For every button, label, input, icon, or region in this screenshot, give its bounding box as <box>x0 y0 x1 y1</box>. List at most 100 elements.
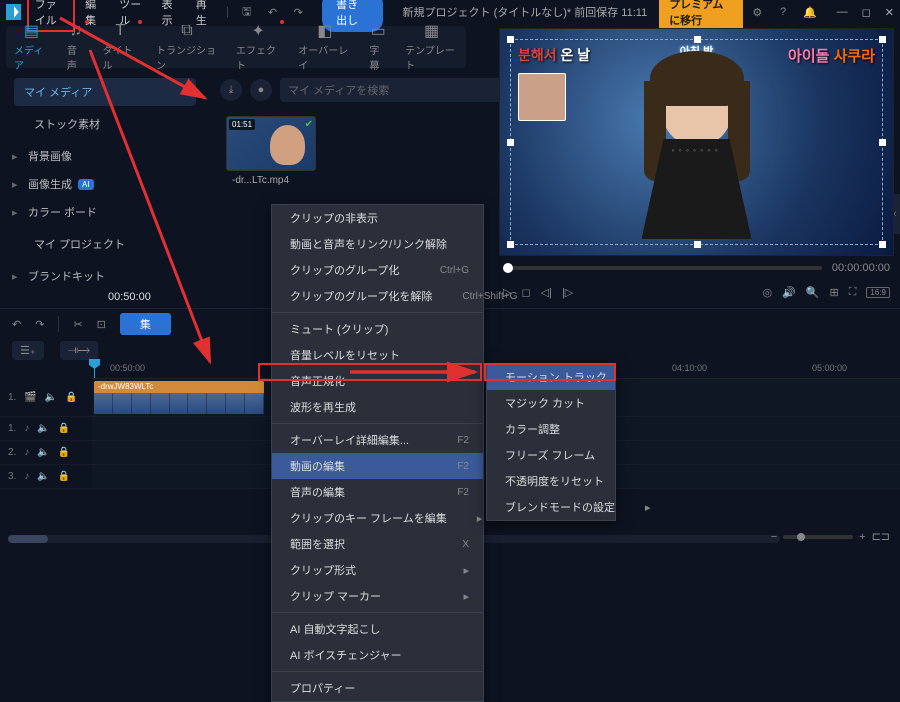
premium-button[interactable]: プレミアムに移行 <box>659 0 743 31</box>
track-mute-icon[interactable]: 🔈 <box>37 423 49 434</box>
selection-frame[interactable] <box>510 39 883 245</box>
grid-icon[interactable]: ⊞ <box>830 286 839 299</box>
tab-3[interactable]: ⧉トランジション <box>156 22 218 72</box>
preview-viewport[interactable]: 분해서 온 날 아침 방 아이돌 사쿠라 <box>499 28 894 256</box>
context-menu-item[interactable]: クリップ形式▸ <box>272 557 483 583</box>
context-menu-item[interactable]: オーバーレイ詳細編集...F2 <box>272 427 483 453</box>
context-menu-item[interactable]: フリーズ フレーム <box>487 442 615 468</box>
timeline-clip[interactable]: -drwJW83WLTc <box>94 381 264 414</box>
tl-undo-icon[interactable]: ↶ <box>12 318 21 331</box>
media-tabs: ▤メディア♫音声Tタイトル⧉トランジション✦エフェクト◧オーバーレイ▭字幕▦テン… <box>6 26 466 68</box>
sidebar-stock[interactable]: ストック素材 <box>14 110 196 138</box>
fullscreen-icon[interactable]: ⛶ <box>849 286 857 299</box>
sidebar-my-media[interactable]: マイ メディア <box>14 78 196 106</box>
track-lock-icon[interactable]: 🔒 <box>58 471 70 482</box>
timeline-edit-button[interactable]: 集 <box>120 313 171 335</box>
context-menu-item[interactable]: クリップ マーカー▸ <box>272 583 483 609</box>
track-mute-icon[interactable]: 🔈 <box>37 471 49 482</box>
context-menu-item[interactable]: モーション トラック <box>487 364 615 390</box>
crop-icon[interactable]: ⊡ <box>97 318 106 331</box>
import-icon[interactable]: ⤓ <box>220 79 242 101</box>
context-menu-item[interactable]: 不透明度をリセット <box>487 468 615 494</box>
context-menu-item[interactable]: 音量レベルをリセット <box>272 342 483 368</box>
pv-search-icon[interactable]: 🔍 <box>806 286 820 299</box>
settings-icon[interactable]: ⚙ <box>751 4 763 20</box>
minimize-icon[interactable]: ― <box>837 6 848 19</box>
timeline-zoom: − + ⊏⊐ <box>771 530 890 543</box>
zoom-fit-icon[interactable]: ⊏⊐ <box>872 530 890 543</box>
zoom-out-icon[interactable]: − <box>771 531 777 543</box>
menu-item-label: 音声正規化 <box>290 373 345 389</box>
undo-icon[interactable]: ↶ <box>267 4 279 20</box>
zoom-slider[interactable] <box>783 535 853 539</box>
sidebar-brand-kit[interactable]: ▸ ブランドキット <box>6 262 204 290</box>
tab-5[interactable]: ◧オーバーレイ <box>298 22 351 72</box>
menu-shortcut: Ctrl+Shift+G <box>462 291 517 302</box>
media-thumbnail[interactable]: 01:51 ✔ <box>226 116 316 171</box>
sidebar-item[interactable]: ▸背景画像 <box>6 142 204 170</box>
record-icon[interactable]: ● <box>250 79 272 101</box>
tab-4[interactable]: ✦エフェクト <box>236 22 280 72</box>
context-menu-item[interactable]: マジック カット <box>487 390 615 416</box>
sidebar-item[interactable]: ▸画像生成AI <box>6 170 204 198</box>
menu-item-label: モーション トラック <box>505 369 607 385</box>
tab-7[interactable]: ▦テンプレート <box>405 22 458 72</box>
track-mute-icon[interactable]: 🔈 <box>45 392 57 403</box>
aspect-ratio[interactable]: 16:9 <box>866 287 890 298</box>
check-icon: ✔ <box>305 119 313 130</box>
tl-redo-icon[interactable]: ↷ <box>35 318 44 331</box>
context-menu-item[interactable]: 範囲を選択X <box>272 531 483 557</box>
tab-icon: ▭ <box>371 22 386 40</box>
save-icon[interactable]: 🖫 <box>241 4 253 20</box>
track-mute-icon[interactable]: 🔈 <box>37 447 49 458</box>
snapshot-icon[interactable]: ◎ <box>762 286 772 299</box>
volume-icon[interactable]: 🔊 <box>782 286 796 299</box>
track-add-button[interactable]: ☰₊ <box>12 341 44 360</box>
window-controls: ― ◻ ✕ <box>837 6 894 19</box>
track-type-icon[interactable]: 🎬 <box>24 392 36 403</box>
track-lock-icon[interactable]: 🔒 <box>65 392 77 403</box>
zoom-in-icon[interactable]: + <box>859 531 865 543</box>
maximize-icon[interactable]: ◻ <box>862 6 871 19</box>
context-menu-item[interactable]: 音声正規化 <box>272 368 483 394</box>
context-menu-item[interactable]: 音声の編集F2 <box>272 479 483 505</box>
context-menu-item[interactable]: プロパティー <box>272 675 483 701</box>
sidebar-item[interactable]: ▸カラー ボード <box>6 198 204 226</box>
track-lock-icon[interactable]: 🔒 <box>58 447 70 458</box>
tab-0[interactable]: ▤メディア <box>14 22 49 72</box>
track-type-icon[interactable]: ♪ <box>24 423 29 434</box>
tab-1[interactable]: ♫音声 <box>67 22 85 72</box>
stop-icon[interactable]: ◻ <box>521 286 530 299</box>
menubar: ファイル 編集 ツール 表示 再生 | 🖫 ↶ ↷ 書き出し 新規プロジェクト … <box>0 0 900 24</box>
context-menu-item[interactable]: 動画と音声をリンク/リンク解除 <box>272 231 483 257</box>
playhead[interactable] <box>94 361 95 378</box>
context-menu-item[interactable]: AI ボイスチェンジャー <box>272 642 483 668</box>
notification-icon[interactable]: 🔔 <box>803 4 817 20</box>
context-menu-item[interactable]: AI 自動文字起こし <box>272 616 483 642</box>
track-lock-icon[interactable]: 🔒 <box>58 423 70 434</box>
tab-label: タイトル <box>103 42 138 72</box>
context-menu-item[interactable]: 動画の編集F2 <box>272 453 483 479</box>
redo-icon[interactable]: ↷ <box>292 4 304 20</box>
context-menu-item[interactable]: クリップの非表示 <box>272 205 483 231</box>
menu-item-label: 動画と音声をリンク/リンク解除 <box>290 236 447 252</box>
context-menu-item[interactable]: クリップのグループ化を解除Ctrl+Shift+G <box>272 283 483 309</box>
cut-icon[interactable]: ✂ <box>73 318 82 331</box>
context-menu-item[interactable]: クリップのキー フレームを編集▸ <box>272 505 483 531</box>
prev-frame-icon[interactable]: ◁| <box>541 286 552 299</box>
magnet-icon[interactable]: ⟞⟼ <box>60 341 98 360</box>
close-icon[interactable]: ✕ <box>885 6 894 19</box>
help-icon[interactable]: ? <box>777 4 789 20</box>
preview-seek-slider[interactable] <box>503 266 822 270</box>
track-type-icon[interactable]: ♪ <box>24 447 29 458</box>
sidebar-my-projects[interactable]: マイ プロジェクト <box>14 230 196 258</box>
context-menu-item[interactable]: カラー調整 <box>487 416 615 442</box>
tab-2[interactable]: Tタイトル <box>103 22 138 72</box>
next-frame-icon[interactable]: |▷ <box>562 286 573 299</box>
tab-6[interactable]: ▭字幕 <box>369 22 387 72</box>
track-type-icon[interactable]: ♪ <box>24 471 29 482</box>
context-menu-item[interactable]: クリップのグループ化Ctrl+G <box>272 257 483 283</box>
context-menu-item[interactable]: ミュート (クリップ) <box>272 316 483 342</box>
context-menu-item[interactable]: ブレンドモードの設定▸ <box>487 494 615 520</box>
context-menu-item[interactable]: 波形を再生成 <box>272 394 483 420</box>
